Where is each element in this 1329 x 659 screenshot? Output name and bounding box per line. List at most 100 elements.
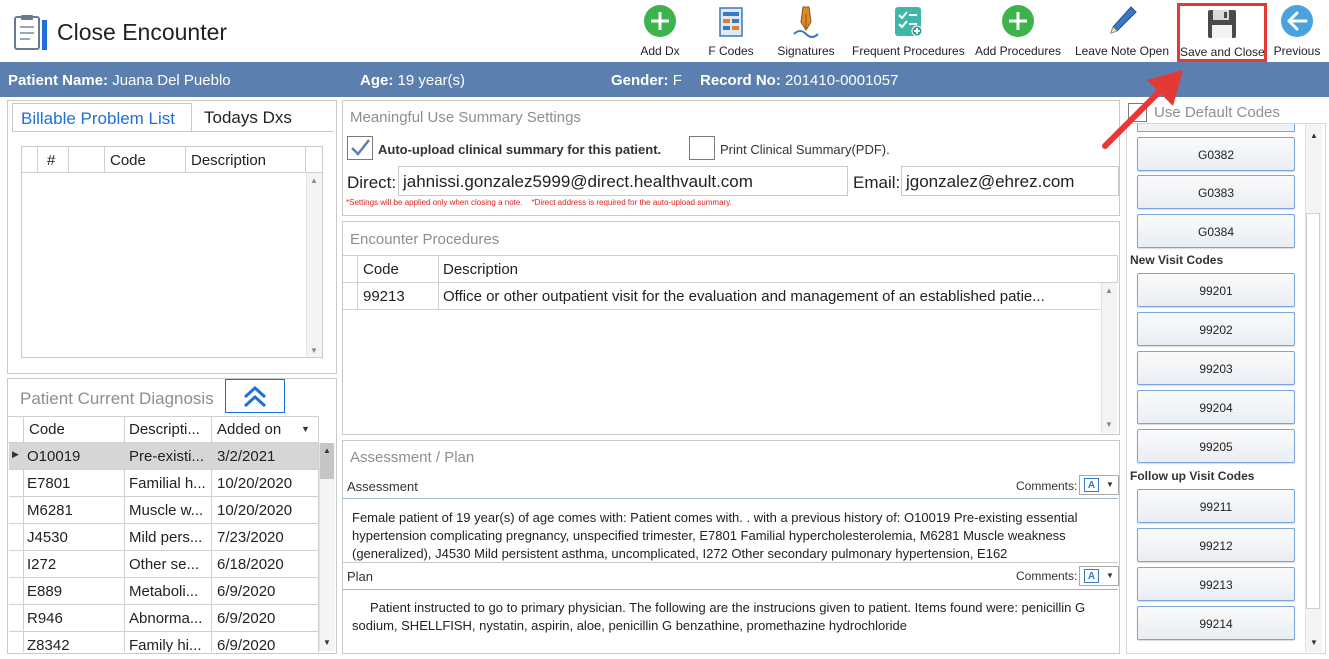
add-dx-button[interactable]: Add Dx	[636, 4, 684, 60]
email-label: Email:	[853, 173, 901, 192]
scroll-down-arrow-icon[interactable]: ▼	[1101, 420, 1117, 429]
code-button-99213[interactable]: 99213	[1137, 567, 1295, 601]
code-button-99214[interactable]: 99214	[1137, 606, 1295, 640]
pencil-icon	[1110, 6, 1137, 34]
scroll-up-arrow-icon[interactable]: ▲	[306, 176, 322, 185]
code-button-99204[interactable]: 99204	[1137, 390, 1295, 424]
code-button-99201[interactable]: 99201	[1137, 273, 1295, 307]
code-button-99205[interactable]: 99205	[1137, 429, 1295, 463]
collapse-button[interactable]	[225, 379, 285, 413]
back-arrow-icon	[1281, 5, 1313, 37]
signature-pen-icon	[793, 6, 819, 38]
add-procedures-button[interactable]: Add Procedures	[974, 4, 1062, 60]
settings-note: *Settings will be applied only when clos…	[346, 198, 732, 207]
tab-billable-problem-list[interactable]: Billable Problem List	[12, 103, 192, 131]
patient-record-field: Record No: 201410-0001057	[700, 72, 899, 89]
problem-list-grid[interactable]	[21, 146, 323, 358]
plan-comments-dropdown[interactable]: A ▼	[1079, 566, 1119, 586]
procedures-scrollbar[interactable]	[1101, 283, 1117, 433]
table-row-code[interactable]: I272	[27, 556, 122, 573]
floppy-disk-icon	[1208, 10, 1236, 38]
table-row-code[interactable]: 99213	[363, 288, 435, 305]
table-row-desc[interactable]: Abnorma...	[129, 610, 209, 627]
table-row-desc[interactable]: Mild pers...	[129, 529, 209, 546]
scroll-down-arrow-icon[interactable]: ▼	[1306, 638, 1322, 647]
plus-circle-icon	[644, 5, 676, 37]
table-row-desc[interactable]: Metaboli...	[129, 583, 209, 600]
table-row-date[interactable]: 7/23/2020	[217, 529, 317, 546]
table-row-date[interactable]: 6/18/2020	[217, 556, 317, 573]
patient-name-field: Patient Name: Juana Del Pueblo	[8, 72, 231, 89]
table-row-desc[interactable]: Office or other outpatient visit for the…	[443, 288, 1095, 305]
f-codes-button[interactable]: F Codes	[706, 4, 756, 60]
table-row-code[interactable]: M6281	[27, 502, 122, 519]
col-added-on-header: Added on	[217, 421, 282, 438]
table-row-date[interactable]: 10/20/2020	[217, 475, 317, 492]
assessment-comments-dropdown[interactable]: A ▼	[1079, 475, 1119, 495]
col-code-header: Code	[363, 261, 399, 278]
frequent-procedures-button[interactable]: Frequent Procedures	[852, 4, 965, 60]
assessment-label: Assessment	[347, 479, 418, 494]
leave-note-open-button[interactable]: Leave Note Open	[1074, 4, 1170, 60]
table-row-code[interactable]: E7801	[27, 475, 122, 492]
table-row-desc[interactable]: Familial h...	[129, 475, 209, 492]
table-row-code[interactable]: E889	[27, 583, 122, 600]
table-row-date[interactable]: 6/9/2020	[217, 583, 317, 600]
direct-address-input[interactable]: jahnissi.gonzalez5999@direct.healthvault…	[398, 166, 848, 196]
signatures-label: Signatures	[777, 44, 835, 58]
follow-up-visit-codes-heading: Follow up Visit Codes	[1130, 469, 1255, 483]
print-summary-checkbox[interactable]	[689, 136, 715, 160]
table-row-code[interactable]: Z8342	[27, 637, 122, 652]
problem-list-scrollbar[interactable]	[306, 173, 322, 357]
code-button-g0383[interactable]: G0383	[1137, 175, 1295, 209]
assessment-textarea[interactable]: Female patient of 19 year(s) of age come…	[343, 499, 1118, 561]
scroll-down-arrow-icon[interactable]: ▼	[319, 638, 335, 647]
save-and-close-button[interactable]: Save and Close	[1177, 3, 1267, 62]
table-row-desc[interactable]: Muscle w...	[129, 502, 209, 519]
table-row-date[interactable]: 6/9/2020	[217, 610, 317, 627]
frequent-procedures-label: Frequent Procedures	[852, 44, 965, 58]
direct-label: Direct:	[347, 173, 397, 192]
previous-button[interactable]: Previous	[1272, 4, 1322, 60]
table-row-desc[interactable]: Other se...	[129, 556, 209, 573]
new-visit-codes-heading: New Visit Codes	[1130, 253, 1224, 267]
add-dx-label: Add Dx	[640, 44, 680, 58]
table-row-code[interactable]: J4530	[27, 529, 122, 546]
plan-textarea[interactable]: Patient instructed to go to primary phys…	[343, 590, 1118, 652]
sort-arrow-icon[interactable]: ▼	[301, 424, 310, 434]
assessment-plan-title: Assessment / Plan	[350, 449, 475, 466]
table-row-code[interactable]: R946	[27, 610, 122, 627]
col-description-header: Descripti...	[129, 421, 200, 438]
table-row-desc[interactable]: Family hi...	[129, 637, 209, 652]
table-row-desc[interactable]: Pre-existi...	[129, 448, 209, 465]
scroll-down-arrow-icon[interactable]: ▼	[306, 346, 322, 355]
clipboard-logo-icon	[14, 15, 47, 50]
code-button-99211[interactable]: 99211	[1137, 489, 1295, 523]
col-number-header: #	[47, 152, 56, 169]
code-button-99203[interactable]: 99203	[1137, 351, 1295, 385]
auto-upload-checkbox[interactable]	[347, 136, 373, 160]
table-row-date[interactable]: 10/20/2020	[217, 502, 317, 519]
plan-comments-label: Comments:	[1016, 569, 1078, 583]
table-row-date[interactable]: 6/9/2020	[217, 637, 317, 652]
scroll-up-arrow-icon[interactable]: ▲	[1306, 131, 1322, 140]
tab-todays-dxs[interactable]: Todays Dxs	[196, 103, 334, 131]
code-button-99212[interactable]: 99212	[1137, 528, 1295, 562]
plan-label: Plan	[347, 569, 374, 584]
table-row-date[interactable]: 3/2/2021	[217, 448, 317, 465]
code-button-99202[interactable]: 99202	[1137, 312, 1295, 346]
encounter-procedures-title: Encounter Procedures	[350, 231, 500, 248]
checkmark-icon	[351, 139, 370, 156]
email-input[interactable]: jgonzalez@ehrez.com	[901, 166, 1119, 196]
leave-note-open-label: Leave Note Open	[1074, 44, 1170, 58]
scroll-up-arrow-icon[interactable]: ▲	[319, 446, 335, 455]
code-button-g0384[interactable]: G0384	[1137, 214, 1295, 248]
scrollbar-thumb[interactable]	[1306, 213, 1320, 609]
patient-gender-field: Gender: F	[611, 72, 682, 89]
col-code-header: Code	[110, 152, 146, 169]
scroll-up-arrow-icon[interactable]: ▲	[1101, 286, 1117, 295]
save-and-close-label: Save and Close	[1180, 45, 1265, 59]
red-arrow-annotation-icon	[1102, 70, 1183, 149]
signatures-button[interactable]: Signatures	[776, 4, 836, 60]
table-row-code[interactable]: O10019	[27, 448, 122, 465]
